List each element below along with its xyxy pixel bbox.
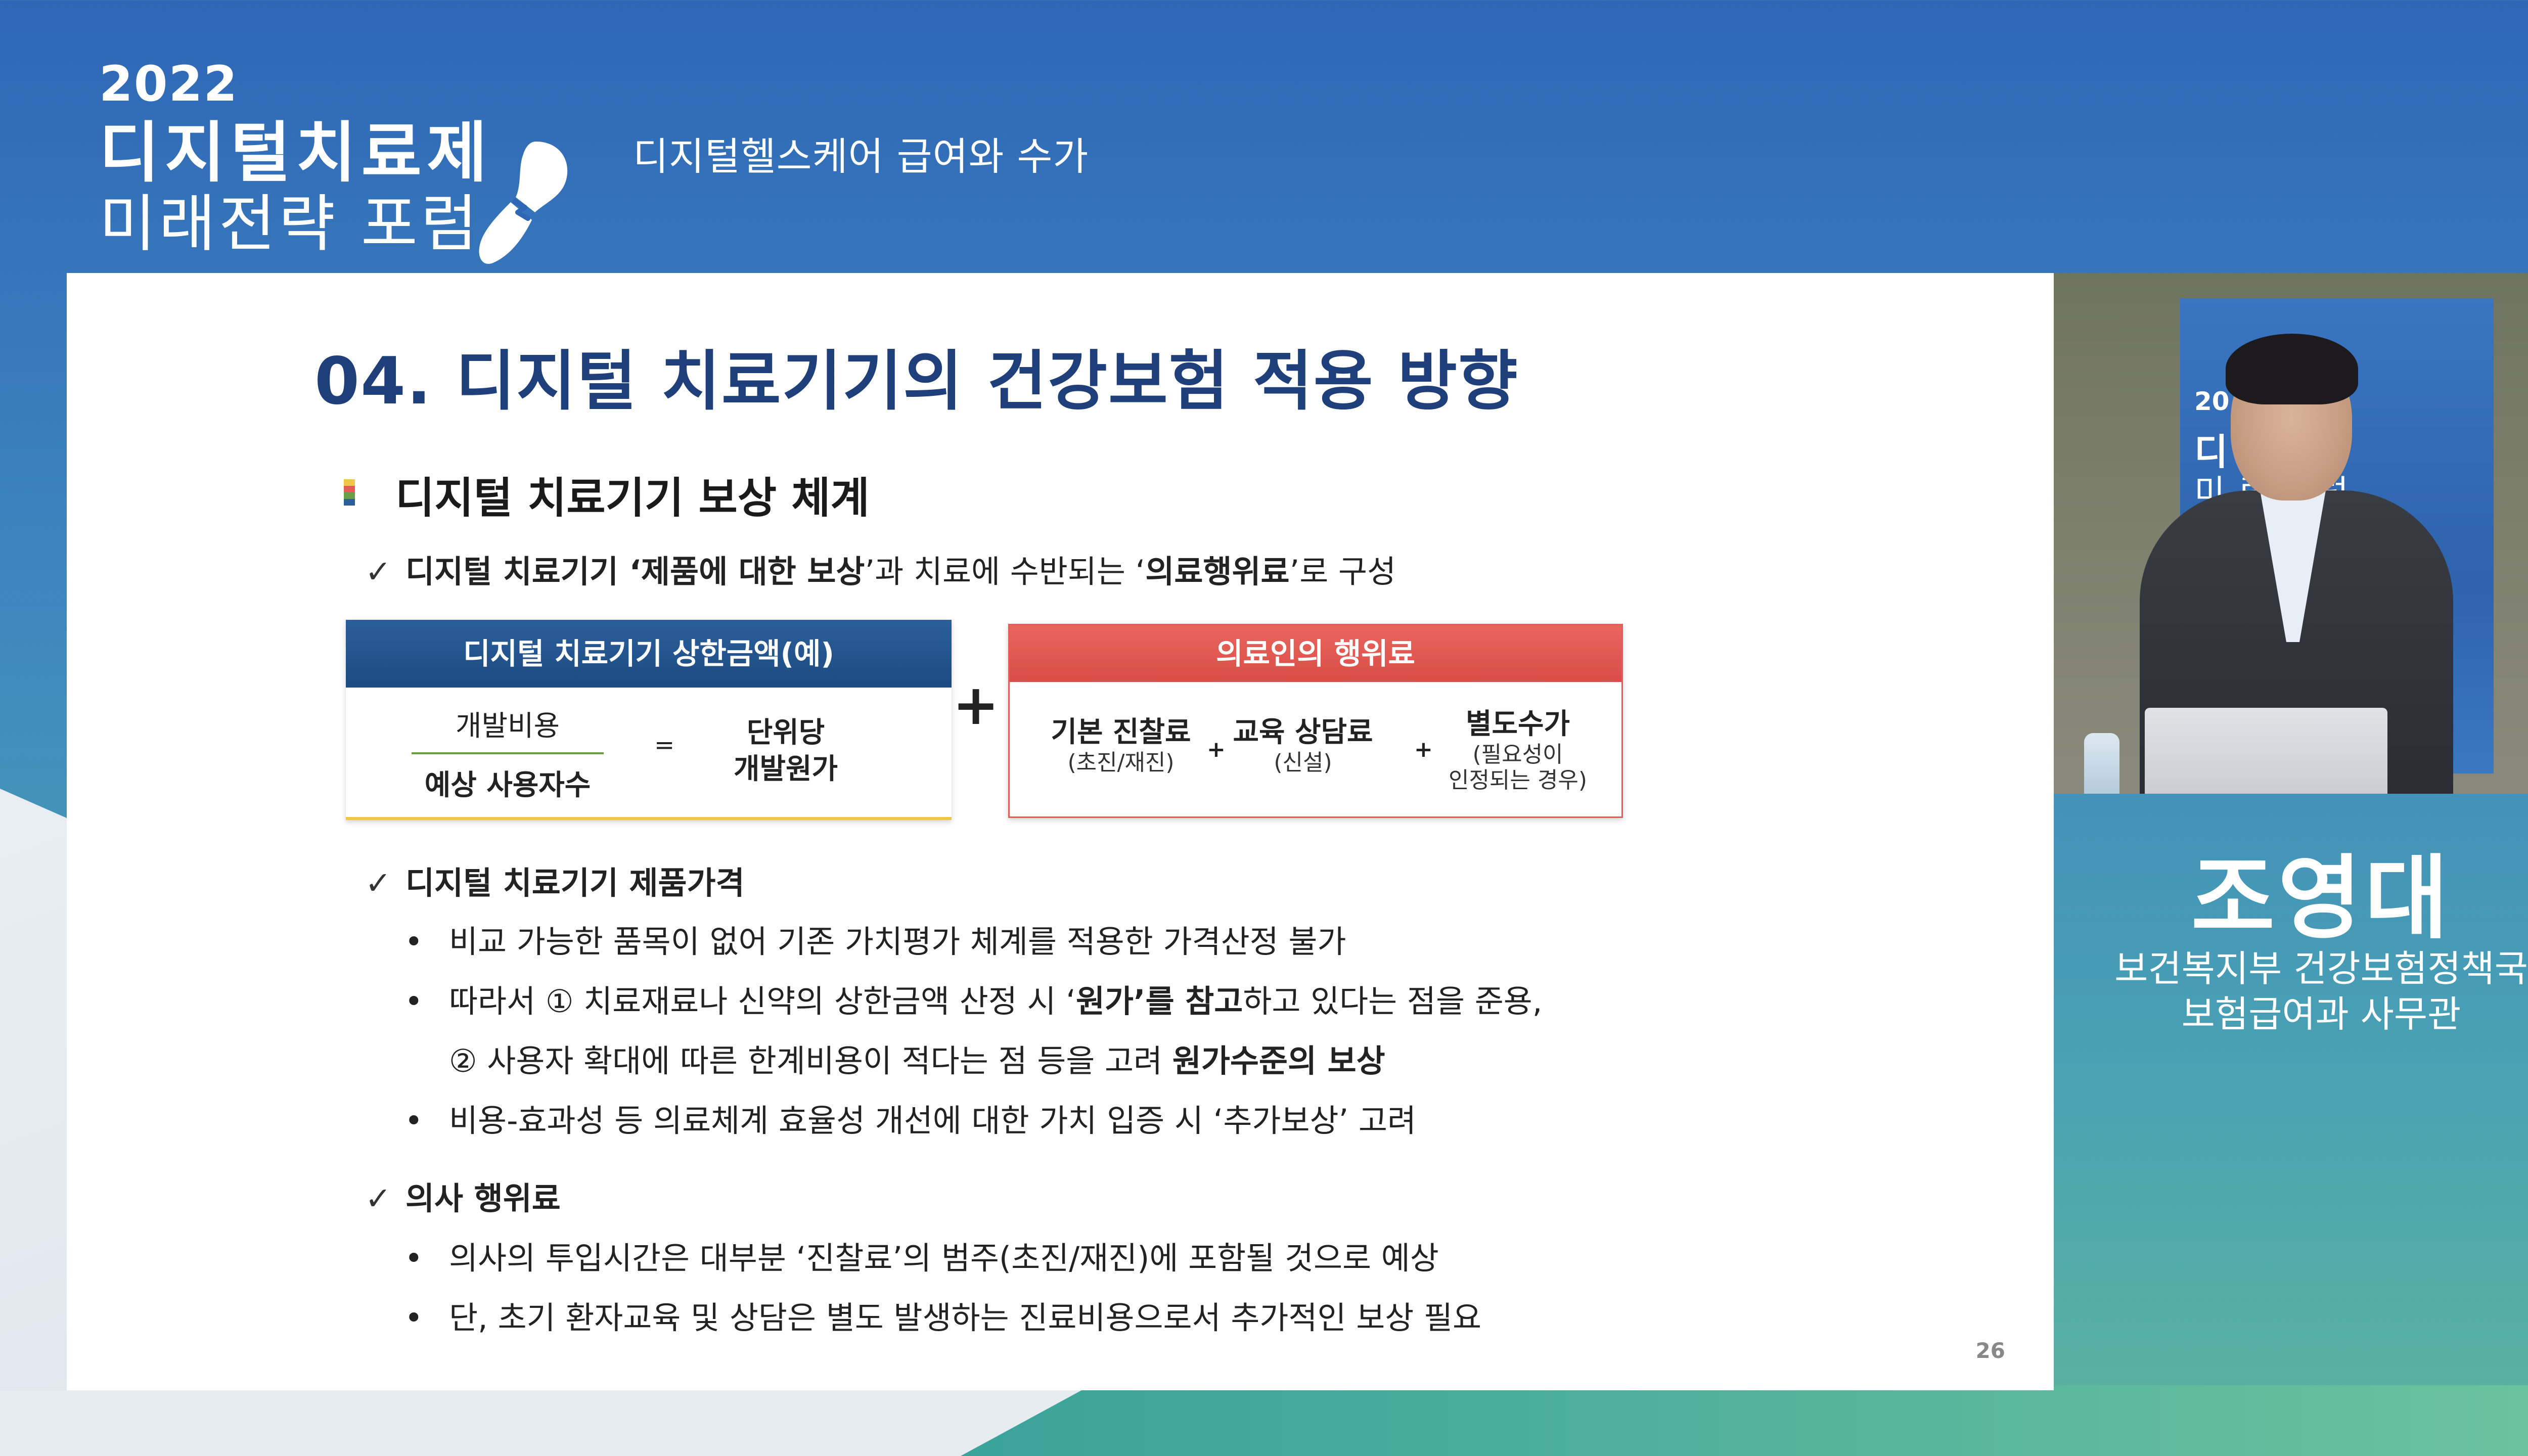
bullet1-text: 비교 가능한 품목이 없어 기존 가치평가 체계를 적용한 가격산정 불가 [449, 923, 1346, 960]
forum-brand: 2022 디지털치료제 미래전략 포럼 [99, 60, 492, 258]
color-bar-marker-icon [344, 479, 355, 506]
fee-education-counseling: 교육 상담료 (신설) [1222, 709, 1384, 776]
bullet-icon: • [404, 923, 423, 960]
formula-result-line1: 단위당 [746, 716, 825, 749]
formula-equals: = [654, 731, 675, 759]
bullet-item-continued: ② 사용자 확대에 따른 한계비용이 적다는 점 등을 고려 원가수준의 보상 [449, 1035, 1385, 1081]
fee-separate: 별도수가 (필요성이 인정되는 경우) [1434, 701, 1601, 793]
fee3-note-1: (필요성이 [1472, 742, 1563, 767]
bullet-icon: • [404, 1299, 423, 1336]
presentation-slide: 04. 디지털 치료기기의 건강보험 적용 방향 디지털 치료기기 보상 체계 … [67, 273, 2054, 1390]
bullet2b-text-2: 원가수준의 보상 [1172, 1042, 1385, 1079]
speaker-hair [2226, 334, 2358, 404]
laptop [2145, 708, 2387, 794]
bullet-icon: • [404, 983, 423, 1020]
slide-page-number: 26 [1975, 1338, 2005, 1363]
check-item-composition: ✓ 디지털 치료기기 ‘제품에 대한 보상’과 치료에 수반되는 ‘의료행위료’로… [365, 546, 1396, 592]
bullet2b-text-1: ② 사용자 확대에 따른 한계비용이 적다는 점 등을 고려 [449, 1042, 1172, 1079]
price-cap-box-header: 디지털 치료기기 상한금액(예) [346, 620, 952, 688]
brand-year: 2022 [99, 56, 239, 112]
check2-text: 디지털 치료기기 제품가격 [405, 864, 745, 901]
check3-text: 의사 행위료 [405, 1180, 561, 1217]
fee3-label: 별도수가 [1465, 708, 1570, 741]
bullet-item: • 비교 가능한 품목이 없어 기존 가치평가 체계를 적용한 가격산정 불가 [400, 916, 1346, 962]
speaker-role: 보험급여과 사무관 [2181, 993, 2461, 1035]
formula-result-line2: 개발원가 [733, 752, 838, 786]
check1-text-4: 의료행위료 [1145, 553, 1290, 590]
speaker-name: 조영대 [2191, 846, 2452, 951]
brand-title: 디지털치료제 [99, 114, 492, 191]
fee1-label: 기본 진찰료 [1051, 716, 1191, 749]
bullet2-text-3: 하고 있다는 점을 준용, [1243, 983, 1543, 1020]
fee1-note: (초진/재진) [1067, 750, 1175, 776]
bullet3-text: 비용-효과성 등 의료체계 효율성 개선에 대한 가치 입증 시 ‘추가보상’ … [449, 1102, 1417, 1139]
practitioner-fee-box: 의료인의 행위료 기본 진찰료 (초진/재진) + 교육 상담료 (신설) + … [1008, 624, 1623, 818]
speaker-video: 20 디 료제 미 략 포럼 [2054, 273, 2528, 794]
video-banner-year: 20 [2194, 387, 2230, 416]
bullet-item: • 단, 초기 환자교육 및 상담은 별도 발생하는 진료비용으로서 추가적인 보… [400, 1292, 1481, 1338]
formula-denominator: 예상 사용자수 [424, 769, 591, 802]
bullet4-text: 의사의 투입시간은 대부분 ‘진찰료’의 범주(초진/재진)에 포함될 것으로 … [449, 1240, 1439, 1277]
check1-text-5: ’로 구성 [1289, 553, 1396, 590]
bullet2-text-2: 원가’를 참고 [1075, 983, 1243, 1020]
check1-text-1: 디지털 치료기기 ‘ [405, 553, 642, 590]
fee-plus-2: + [1414, 737, 1433, 762]
bullet-item: • 따라서 ① 치료재료나 신약의 상한금액 산정 시 ‘원가’를 참고하고 있다… [400, 976, 1543, 1021]
slide-title: 04. 디지털 치료기기의 건강보험 적용 방향 [314, 344, 1519, 419]
formula-fraction-bar [412, 752, 604, 754]
session-subtitle: 디지털헬스케어 급여와 수가 [633, 134, 1089, 179]
formula-result: 단위당 개발원가 [710, 715, 862, 787]
brand-subtitle: 미래전략 포럼 [99, 188, 481, 260]
fee2-note: (신설) [1274, 750, 1332, 776]
section-heading: 디지털 치료기기 보상 체계 [395, 473, 870, 523]
bullet-item: • 의사의 투입시간은 대부분 ‘진찰료’의 범주(초진/재진)에 포함될 것으로… [400, 1233, 1439, 1278]
check1-text-2: 제품에 대한 보상 [641, 553, 865, 590]
background-bottom-teal [961, 1385, 2528, 1456]
bullet-icon: • [404, 1240, 423, 1277]
price-cap-box: 디지털 치료기기 상한금액(예) 개발비용 예상 사용자수 = 단위당 개발원가 [346, 620, 952, 820]
capsule-heart-logo-icon [479, 142, 568, 264]
practitioner-fee-box-header: 의료인의 행위료 [1010, 625, 1621, 682]
formula-numerator: 개발비용 [455, 710, 560, 743]
background-bottom-light [0, 1390, 1112, 1456]
bullet2-text-1: 따라서 ① 치료재료나 신약의 상한금액 산정 시 ‘ [449, 983, 1076, 1020]
check-icon: ✓ [365, 553, 391, 590]
bullet5-text: 단, 초기 환자교육 및 상담은 별도 발생하는 진료비용으로서 추가적인 보상… [449, 1299, 1482, 1336]
bullet-icon: • [404, 1102, 423, 1139]
check-icon: ✓ [365, 1180, 391, 1217]
check-item-product-price: ✓ 디지털 치료기기 제품가격 [365, 857, 745, 903]
fee-basic-consultation: 기본 진찰료 (초진/재진) [1040, 709, 1202, 776]
plus-sign: + [953, 672, 1000, 737]
fee3-note-2: 인정되는 경우) [1448, 767, 1588, 793]
water-bottle [2084, 733, 2119, 794]
check-icon: ✓ [365, 864, 391, 901]
bullet-item: • 비용-효과성 등 의료체계 효율성 개선에 대한 가치 입증 시 ‘추가보상’… [400, 1095, 1416, 1141]
check1-text-3-prefix: ’과 치료에 수반되는 ‘ [865, 553, 1146, 590]
fee2-label: 교육 상담료 [1233, 716, 1373, 749]
speaker-organization: 보건복지부 건강보험정책국 [2114, 947, 2528, 990]
check-item-physician-fee: ✓ 의사 행위료 [365, 1173, 561, 1218]
